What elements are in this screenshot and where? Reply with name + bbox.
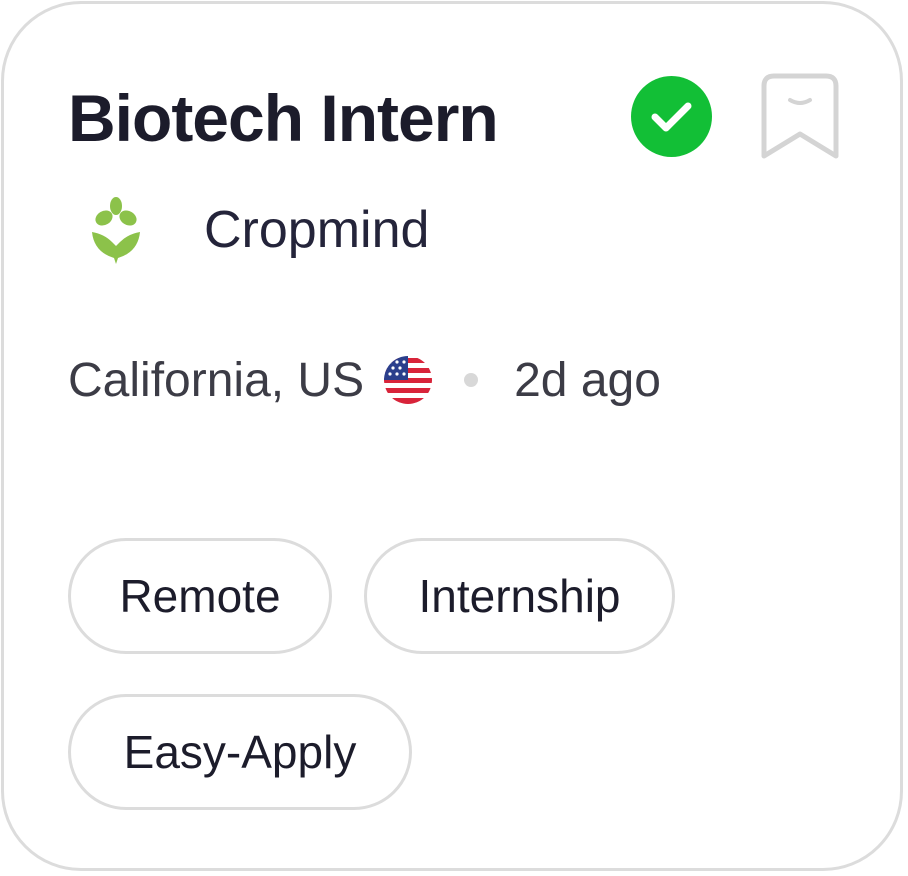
tag-remote[interactable]: Remote: [68, 538, 332, 654]
company-logo: [84, 196, 148, 264]
company-row: Cropmind: [84, 192, 429, 268]
us-flag-icon: [384, 356, 433, 404]
company-name: Cropmind: [204, 201, 430, 259]
tag-internship[interactable]: Internship: [364, 538, 675, 654]
job-card[interactable]: Biotech Intern Cropmind California, US 2…: [1, 1, 903, 871]
separator-dot: [464, 373, 479, 387]
location-text: California, US: [68, 353, 365, 407]
posted-time: 2d ago: [514, 353, 661, 407]
tag-easy-apply[interactable]: Easy-Apply: [68, 694, 412, 810]
verified-check-icon: [631, 76, 712, 157]
bookmark-icon[interactable]: [760, 72, 840, 162]
meta-row: California, US 2d ago: [68, 344, 661, 416]
job-title: Biotech Intern: [68, 81, 499, 155]
